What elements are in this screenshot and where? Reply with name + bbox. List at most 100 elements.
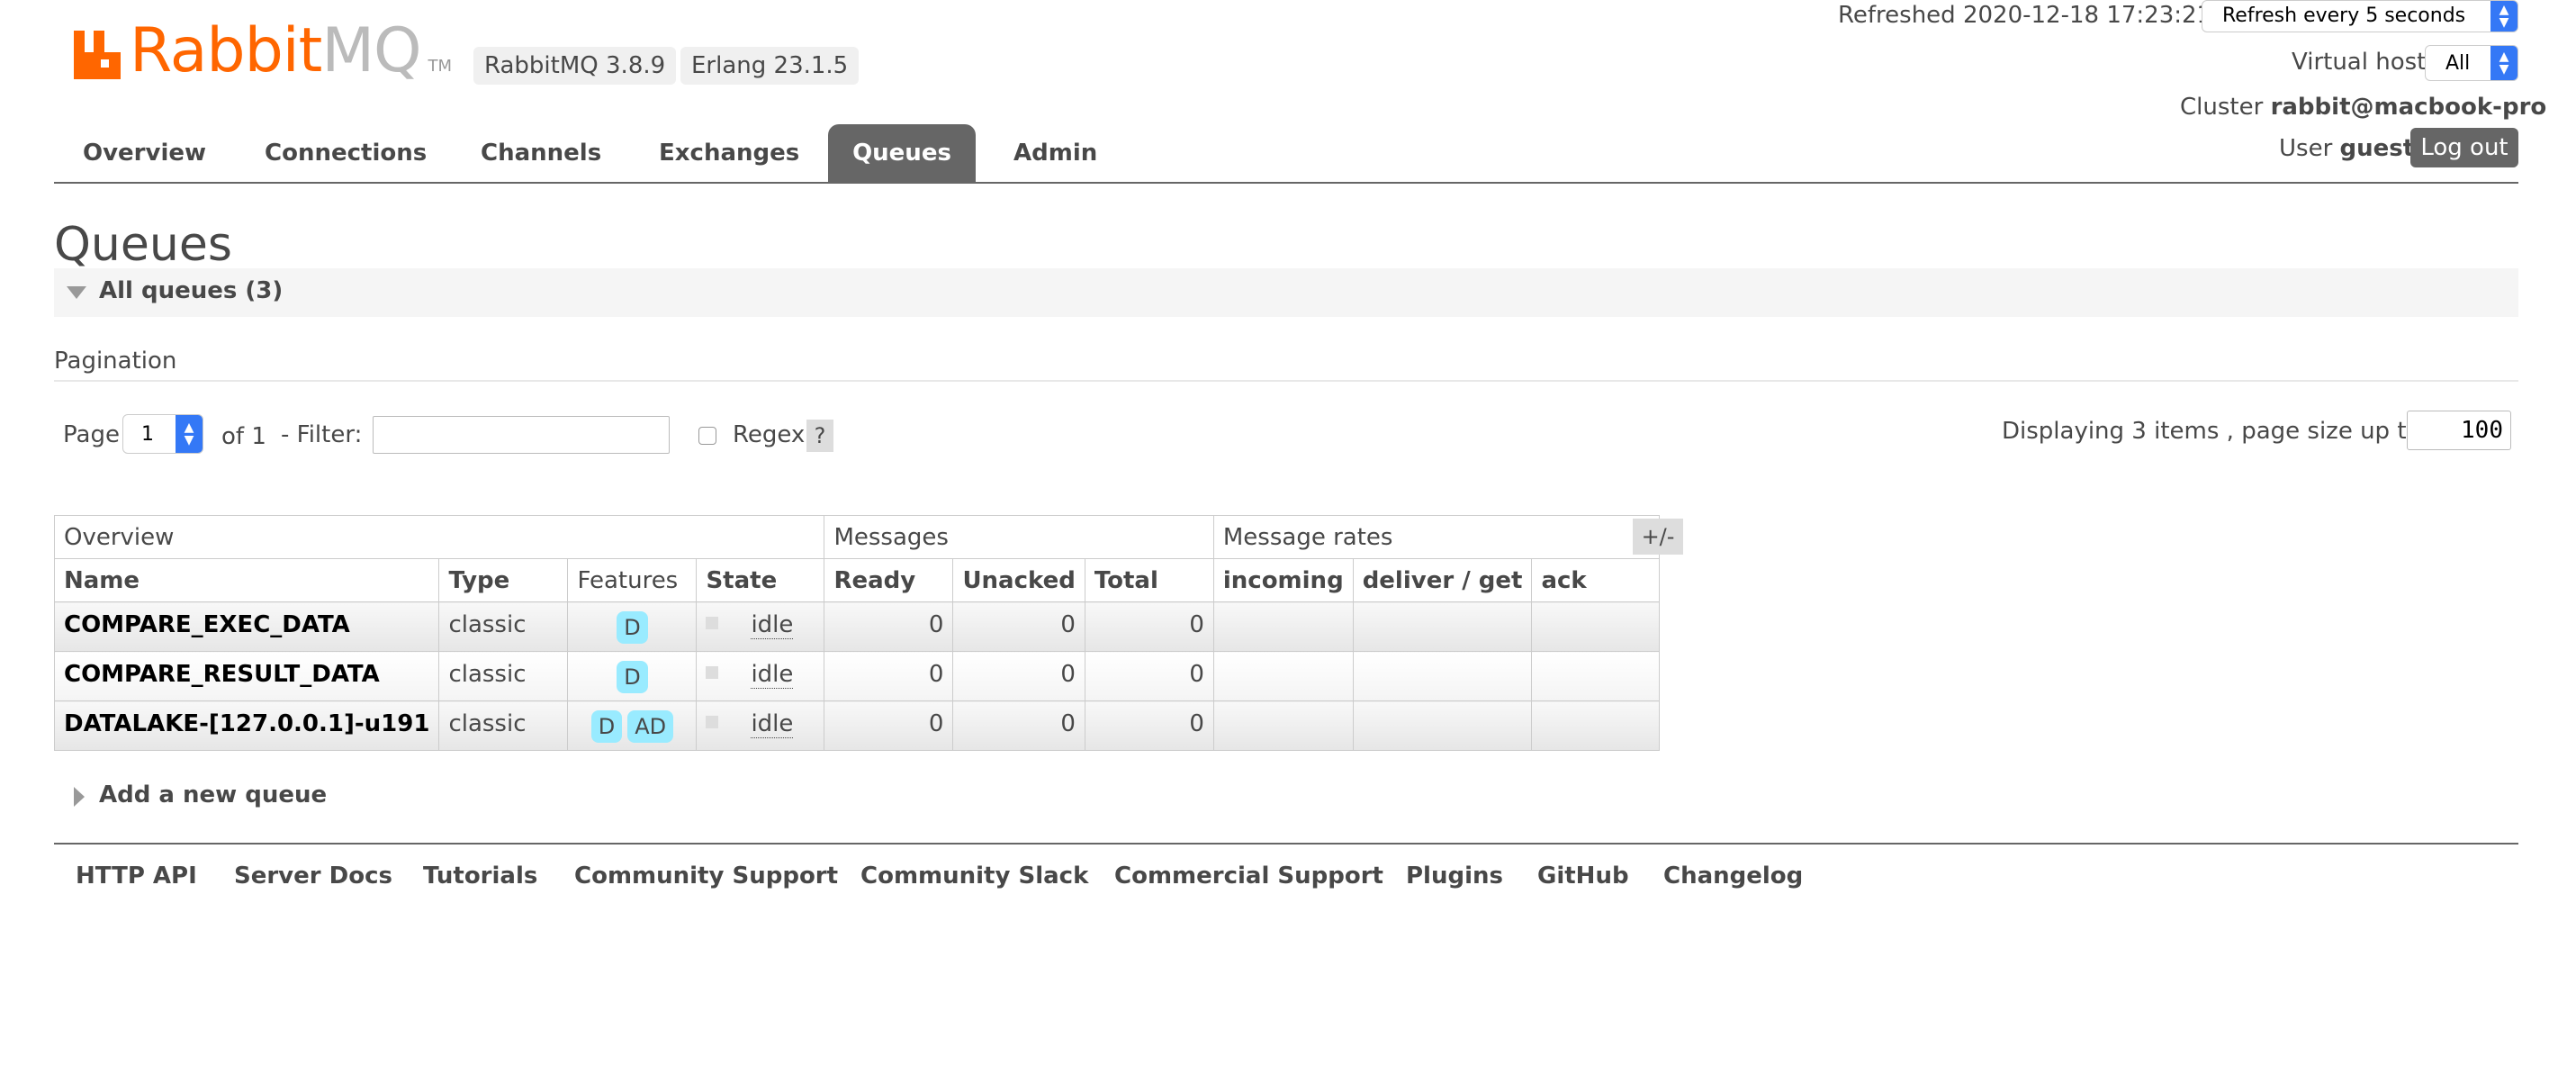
- table-row[interactable]: COMPARE_RESULT_DATA classic D idle 0 0 0: [53, 651, 1661, 701]
- all-queues-section-toggle[interactable]: All queues (3): [54, 268, 2518, 317]
- rabbitmq-version-badge: RabbitMQ 3.8.9: [473, 47, 677, 85]
- cluster-info: Cluster rabbit@macbook-pro: [2180, 94, 2546, 121]
- feature-badge-auto-delete: AD: [627, 710, 674, 743]
- logo-trademark: TM: [428, 57, 453, 76]
- section-label: All queues (3): [99, 277, 284, 304]
- tab-admin[interactable]: Admin: [1013, 124, 1097, 182]
- regex-checkbox[interactable]: [698, 427, 716, 445]
- logo-word-mq: MQ: [321, 15, 421, 86]
- column-header-incoming[interactable]: incoming: [1212, 558, 1354, 602]
- logo-word-rabbit: Rabbit: [130, 15, 322, 86]
- column-header-ack[interactable]: ack: [1531, 558, 1661, 602]
- logout-button[interactable]: Log out: [2410, 128, 2518, 167]
- column-header-features: Features: [567, 558, 698, 602]
- queue-type: classic: [438, 700, 569, 751]
- displaying-summary: Displaying 3 items , page size up to:: [2002, 418, 2429, 445]
- column-header-state[interactable]: State: [696, 558, 825, 602]
- footer-link-community-slack[interactable]: Community Slack: [860, 863, 1088, 890]
- column-header-unacked[interactable]: Unacked: [952, 558, 1085, 602]
- add-queue-label: Add a new queue: [99, 781, 328, 808]
- tab-channels[interactable]: Channels: [481, 124, 601, 182]
- cluster-name: rabbit@macbook-pro: [2270, 94, 2547, 121]
- queue-total: 0: [1084, 700, 1214, 751]
- queue-rate-incoming: [1212, 601, 1354, 652]
- footer-link-plugins[interactable]: Plugins: [1406, 863, 1503, 890]
- refresh-interval-select[interactable]: Refresh every 5 seconds ▲ ▼: [2202, 0, 2518, 32]
- queue-state-text: idle: [751, 661, 794, 689]
- page-size-input[interactable]: 100: [2407, 411, 2511, 450]
- queue-name-link[interactable]: COMPARE_RESULT_DATA: [53, 651, 440, 701]
- triangle-down-icon: [67, 286, 86, 299]
- queue-unacked: 0: [952, 651, 1085, 701]
- queue-rate-ack: [1531, 651, 1661, 701]
- queue-name-link[interactable]: COMPARE_EXEC_DATA: [53, 601, 440, 652]
- column-header-deliver-get[interactable]: deliver / get: [1352, 558, 1533, 602]
- queue-rate-ack: [1531, 700, 1661, 751]
- column-header-total[interactable]: Total: [1084, 558, 1214, 602]
- footer-link-changelog[interactable]: Changelog: [1663, 863, 1803, 890]
- regex-label: Regex: [733, 421, 806, 448]
- footer-divider: [54, 843, 2518, 845]
- erlang-version-badge: Erlang 23.1.5: [680, 47, 860, 85]
- tab-bar-divider: [54, 182, 2518, 184]
- state-indicator-icon: [706, 666, 719, 679]
- select-stepper-icon: ▲ ▼: [176, 415, 203, 453]
- cluster-label: Cluster: [2180, 94, 2264, 121]
- queue-rate-incoming: [1212, 700, 1354, 751]
- page-title: Queues: [54, 218, 232, 272]
- queue-state: idle: [696, 700, 825, 751]
- footer-link-github[interactable]: GitHub: [1537, 863, 1629, 890]
- queue-type: classic: [438, 601, 569, 652]
- queue-name-link[interactable]: DATALAKE-[127.0.0.1]-u191: [53, 700, 440, 751]
- queue-ready: 0: [824, 651, 954, 701]
- queue-rate-ack: [1531, 601, 1661, 652]
- column-header-ready[interactable]: Ready: [824, 558, 954, 602]
- filter-input[interactable]: [373, 416, 670, 454]
- page-select-value: 1: [141, 423, 154, 446]
- triangle-right-icon: [74, 787, 85, 807]
- feature-badge-durable: D: [617, 661, 648, 693]
- table-row[interactable]: DATALAKE-[127.0.0.1]-u191 classic D AD id…: [53, 700, 1661, 751]
- regex-help-button[interactable]: ?: [806, 420, 833, 452]
- queue-unacked: 0: [952, 601, 1085, 652]
- queue-ready: 0: [824, 601, 954, 652]
- add-queue-toggle[interactable]: Add a new queue: [54, 781, 414, 814]
- page-select[interactable]: 1 ▲ ▼: [122, 414, 203, 454]
- refreshed-timestamp: Refreshed 2020-12-18 17:23:21: [1838, 2, 2212, 29]
- user-label: User: [2279, 135, 2333, 162]
- footer-link-http-api[interactable]: HTTP API: [76, 863, 197, 890]
- queue-total: 0: [1084, 651, 1214, 701]
- queue-state-text: idle: [751, 611, 794, 639]
- virtual-host-value: All: [2445, 52, 2471, 75]
- queue-unacked: 0: [952, 700, 1085, 751]
- queue-features: D: [567, 651, 698, 701]
- table-row[interactable]: COMPARE_EXEC_DATA classic D idle 0 0 0: [53, 601, 1661, 652]
- page-count: of 1: [221, 423, 266, 450]
- column-header-name[interactable]: Name: [53, 558, 440, 602]
- group-header-message-rates: Message rates: [1212, 515, 1661, 559]
- footer-link-community-support[interactable]: Community Support: [574, 863, 838, 890]
- pagination-divider: [54, 380, 2518, 382]
- tab-connections[interactable]: Connections: [265, 124, 427, 182]
- footer-link-commercial-support[interactable]: Commercial Support: [1114, 863, 1383, 890]
- queue-rate-incoming: [1212, 651, 1354, 701]
- footer-link-server-docs[interactable]: Server Docs: [234, 863, 392, 890]
- virtual-host-select[interactable]: All ▲ ▼: [2425, 45, 2518, 81]
- footer-link-tutorials[interactable]: Tutorials: [423, 863, 537, 890]
- group-header-messages: Messages: [824, 515, 1214, 559]
- column-header-type[interactable]: Type: [438, 558, 569, 602]
- columns-toggle-button[interactable]: +/-: [1633, 519, 1683, 555]
- pagination-heading: Pagination: [54, 348, 177, 375]
- queue-features: D AD: [567, 700, 698, 751]
- queue-rate-deliver-get: [1352, 700, 1533, 751]
- virtual-host-label: Virtual host: [2292, 49, 2427, 76]
- tab-exchanges[interactable]: Exchanges: [659, 124, 799, 182]
- page-label: Page: [63, 421, 120, 448]
- tab-overview[interactable]: Overview: [83, 124, 206, 182]
- table-group-header-row: Overview Messages Message rates: [53, 515, 1661, 559]
- user-name: guest: [2339, 135, 2415, 162]
- rabbitmq-logo[interactable]: Rabbit MQ TM: [72, 15, 453, 86]
- tab-queues[interactable]: Queues: [828, 124, 976, 182]
- refresh-interval-value: Refresh every 5 seconds: [2222, 5, 2466, 27]
- queue-total: 0: [1084, 601, 1214, 652]
